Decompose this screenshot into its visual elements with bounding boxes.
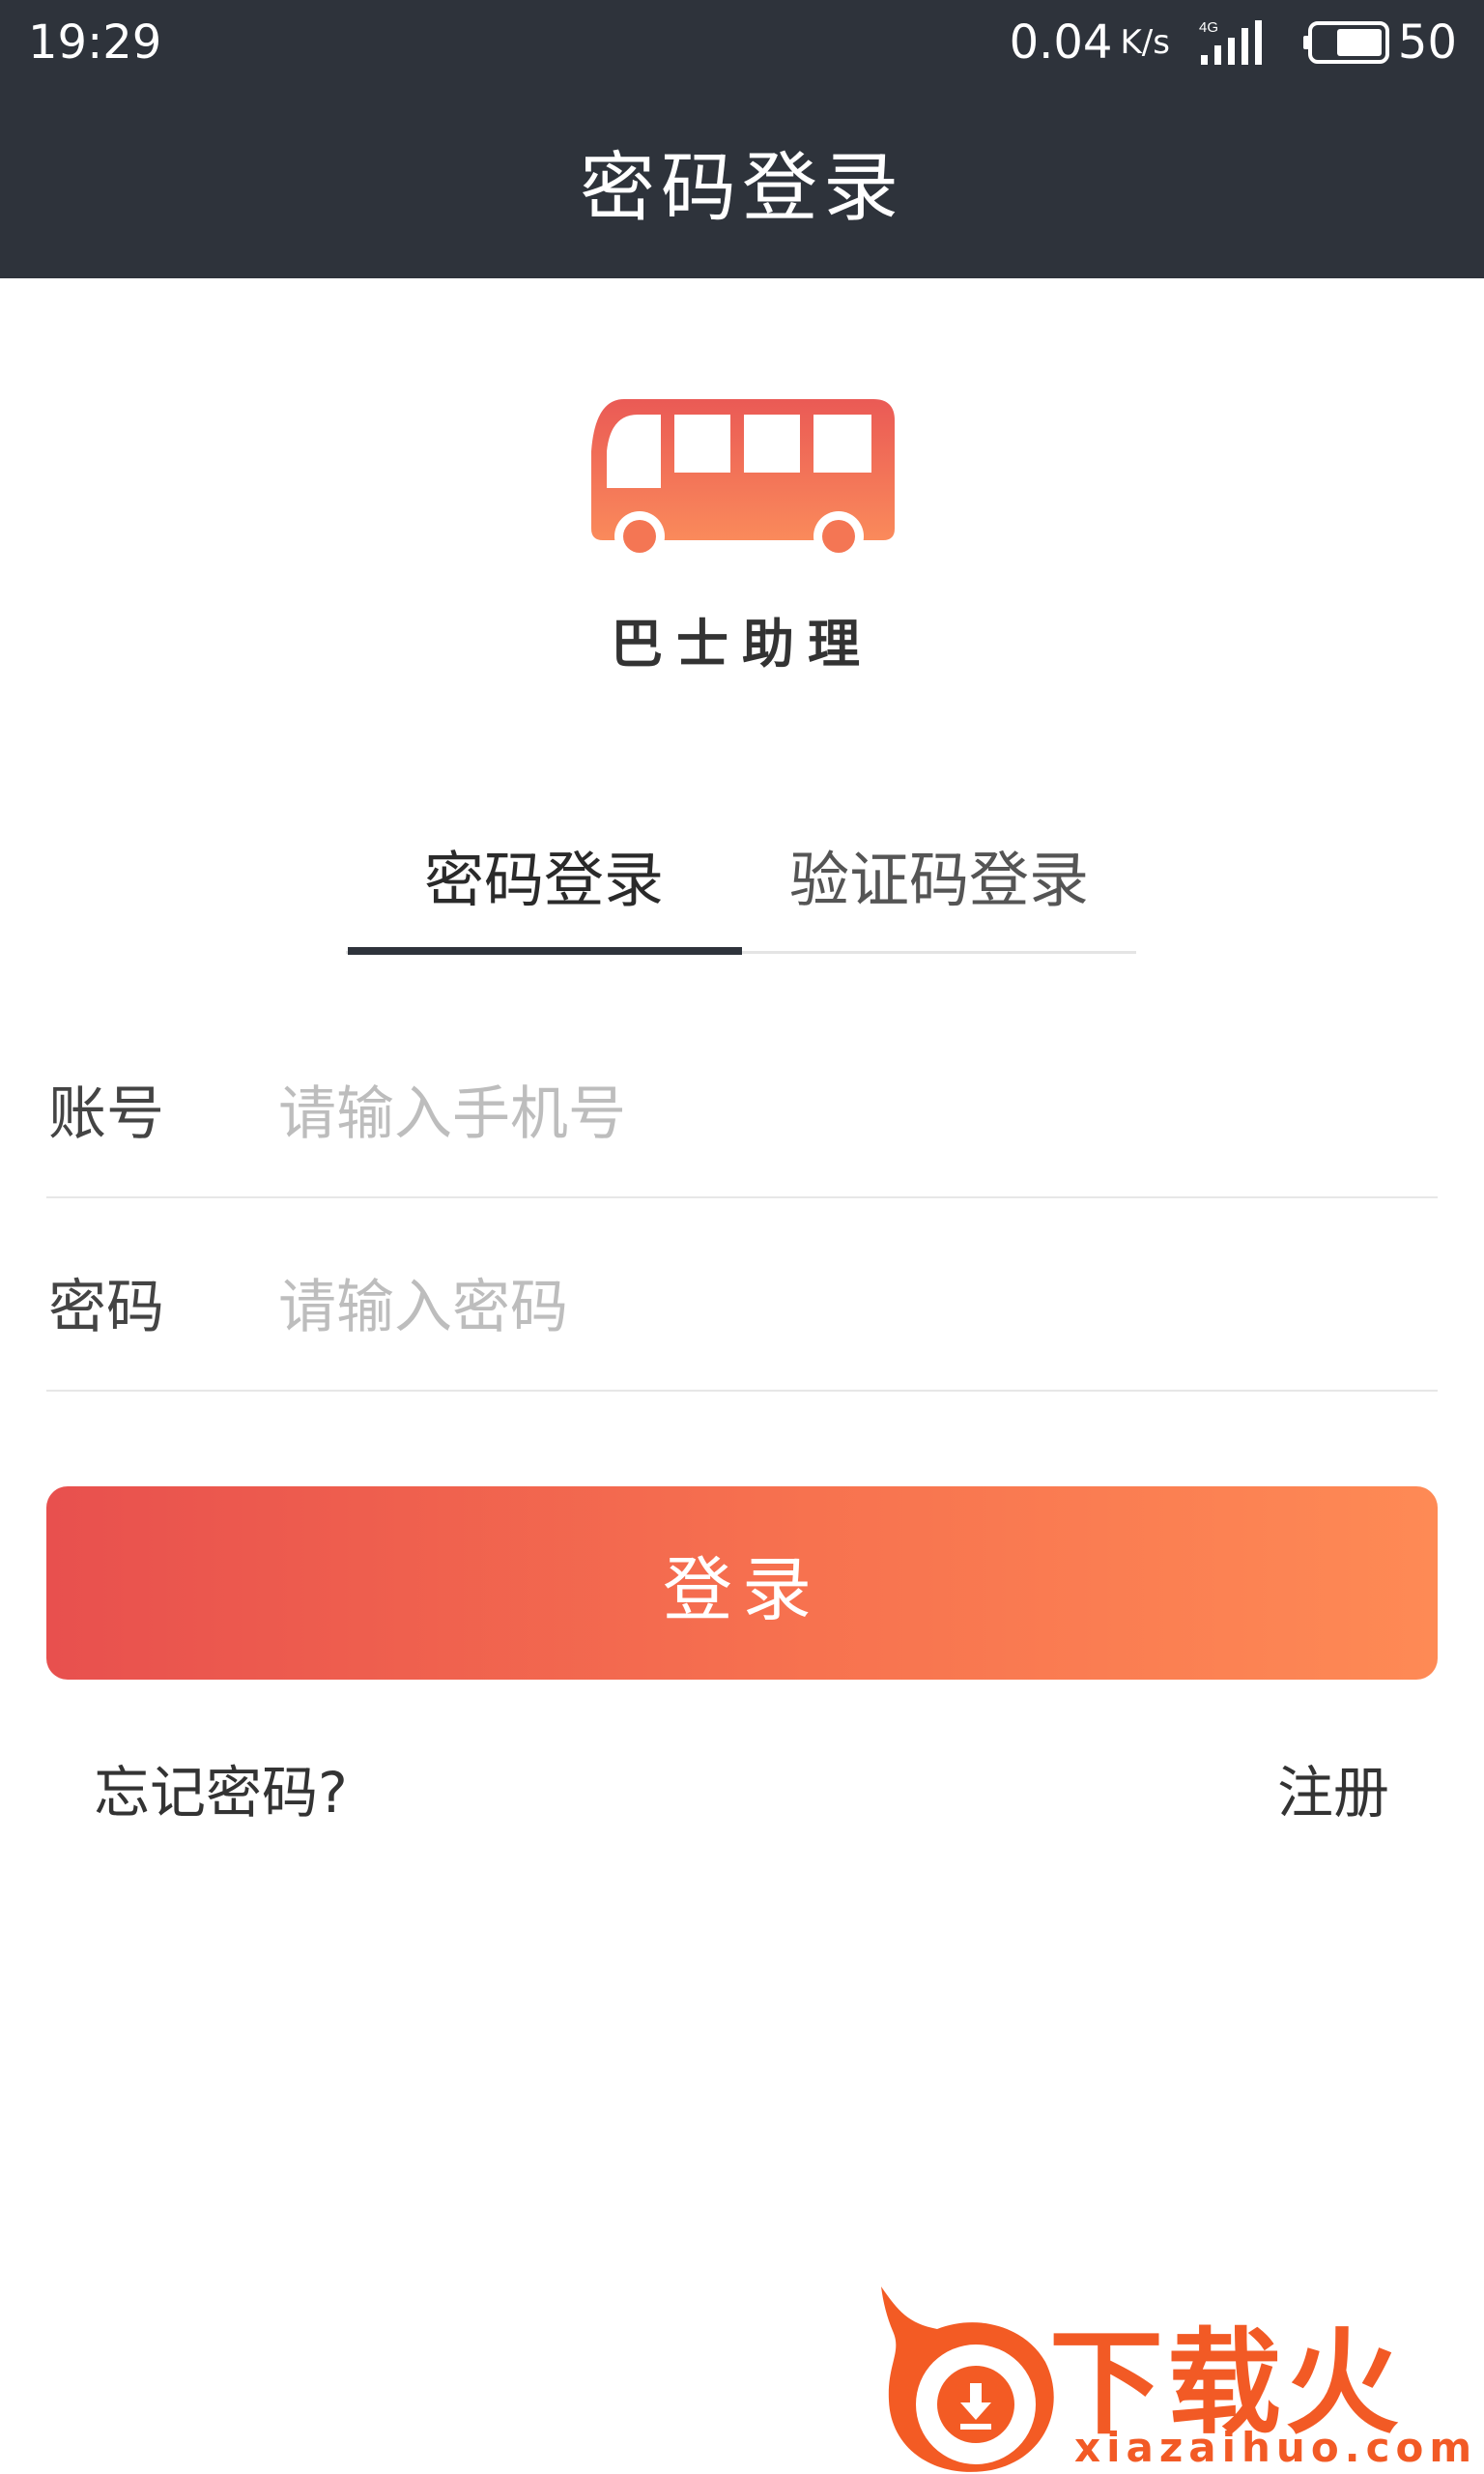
page-title: 密码登录 bbox=[579, 145, 904, 232]
account-label: 账号 bbox=[48, 1080, 164, 1148]
status-time: 19:29 bbox=[28, 15, 162, 70]
bus-icon bbox=[591, 399, 895, 561]
login-tabs: 密码登录 验证码登录 bbox=[346, 792, 1136, 957]
network-speed: 0.04 bbox=[1009, 15, 1113, 70]
register-link[interactable]: 注册 bbox=[1277, 1747, 1389, 1828]
app-logo bbox=[584, 391, 902, 565]
account-row: 账号 bbox=[46, 1032, 1438, 1198]
nav-bar: 密码登录 bbox=[0, 85, 1484, 278]
password-row: 密码 bbox=[46, 1225, 1438, 1392]
login-button[interactable]: 登录 bbox=[46, 1486, 1438, 1680]
app-name: 巴士助理 bbox=[611, 614, 873, 675]
password-input[interactable] bbox=[278, 1264, 1418, 1351]
tab-active-indicator bbox=[348, 947, 742, 955]
password-label: 密码 bbox=[48, 1274, 164, 1341]
account-input[interactable] bbox=[278, 1071, 1418, 1158]
network-type-label: 4G bbox=[1199, 19, 1218, 36]
flame-download-icon bbox=[881, 2287, 1054, 2472]
network-speed-unit: K/s bbox=[1120, 23, 1170, 62]
tab-password-login[interactable]: 密码登录 bbox=[346, 792, 742, 957]
signal-icon: 4G bbox=[1199, 19, 1262, 65]
battery-icon bbox=[1302, 21, 1389, 64]
watermark-logo: 下载火 xiazaihuo.com bbox=[870, 2281, 1484, 2474]
battery-level: 50 bbox=[1397, 15, 1457, 70]
status-indicators: 0.04 K/s 4G 50 bbox=[1010, 14, 1457, 72]
tab-sms-login[interactable]: 验证码登录 bbox=[742, 792, 1136, 957]
status-bar: 19:29 0.04 K/s 4G 50 bbox=[0, 0, 1484, 85]
watermark-url: xiazaihuo.com bbox=[1074, 2424, 1478, 2471]
forgot-password-link[interactable]: 忘记密码? bbox=[94, 1747, 348, 1828]
